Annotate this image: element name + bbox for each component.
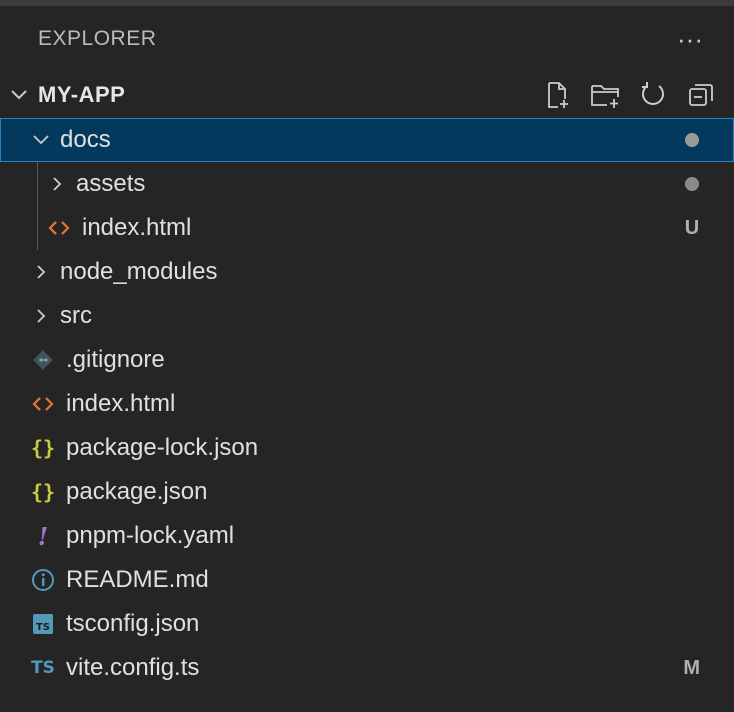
workspace-section-header[interactable]: MY-APP (0, 72, 734, 118)
tree-file-row[interactable]: TS vite.config.ts M (0, 646, 734, 690)
tree-file-row[interactable]: {} package-lock.json (0, 426, 734, 470)
modified-dot-icon (684, 118, 700, 162)
chevron-right-icon[interactable] (46, 173, 68, 195)
yaml-file-icon: ! (37, 521, 49, 551)
chevron-down-icon[interactable] (8, 84, 30, 106)
modified-dot-icon (684, 162, 700, 206)
tree-item-label: node_modules (60, 258, 218, 285)
git-status-badge: M (683, 656, 700, 679)
json-file-icon: {} (30, 480, 56, 504)
collapse-all-icon[interactable] (684, 78, 718, 112)
more-actions-icon[interactable]: ··· (676, 24, 704, 54)
new-file-icon[interactable] (540, 78, 574, 112)
typescript-file-icon: TS (31, 658, 55, 678)
tree-folder-row[interactable]: node_modules (0, 250, 734, 294)
tsconfig-file-icon: TS (30, 611, 56, 637)
dot-icon (685, 133, 699, 147)
tree-item-label: assets (76, 170, 146, 197)
tree-item-label: README.md (66, 566, 209, 593)
refresh-icon[interactable] (636, 78, 670, 112)
tree-item-label: index.html (66, 390, 176, 417)
chevron-right-icon[interactable] (30, 261, 52, 283)
tree-item-label: package.json (66, 478, 208, 505)
explorer-header: EXPLORER ··· (0, 6, 734, 72)
git-file-icon (30, 347, 56, 373)
workspace-title: MY-APP (38, 82, 126, 107)
tree-item-label: package-lock.json (66, 434, 259, 461)
indent-guide (37, 206, 38, 250)
panel-title: EXPLORER (38, 27, 157, 50)
tree-item-label: vite.config.ts (66, 654, 200, 681)
tree-file-row[interactable]: .gitignore (0, 338, 734, 382)
git-status-badge: U (684, 216, 700, 239)
indent-guide (37, 162, 38, 206)
info-file-icon (30, 567, 56, 593)
html-file-icon (30, 391, 56, 417)
tree-item-label: pnpm-lock.yaml (66, 522, 235, 549)
tree-file-row[interactable]: TS tsconfig.json (0, 602, 734, 646)
tree-folder-row[interactable]: assets (0, 162, 734, 206)
section-actions (540, 78, 734, 112)
chevron-right-icon[interactable] (30, 305, 52, 327)
tree-item-label: index.html (82, 214, 192, 241)
dot-icon (685, 177, 699, 191)
svg-text:TS: TS (36, 622, 50, 633)
tree-item-label: tsconfig.json (66, 610, 200, 637)
chevron-down-icon[interactable] (30, 129, 52, 151)
tree-file-row[interactable]: {} package.json (0, 470, 734, 514)
tree-file-row[interactable]: ! pnpm-lock.yaml (0, 514, 734, 558)
tree-folder-row[interactable]: src (0, 294, 734, 338)
tree-file-row[interactable]: index.html (0, 382, 734, 426)
html-file-icon (46, 215, 72, 241)
file-tree: docs assets index.html Unode_modules src .git… (0, 118, 734, 690)
tree-folder-row[interactable]: docs (0, 118, 734, 162)
json-file-icon: {} (30, 436, 56, 460)
tree-item-label: src (60, 302, 92, 329)
tree-file-row[interactable]: README.md (0, 558, 734, 602)
tree-item-label: .gitignore (66, 346, 165, 373)
tree-file-row[interactable]: index.html U (0, 206, 734, 250)
tree-item-label: docs (60, 126, 111, 153)
new-folder-icon[interactable] (588, 78, 622, 112)
